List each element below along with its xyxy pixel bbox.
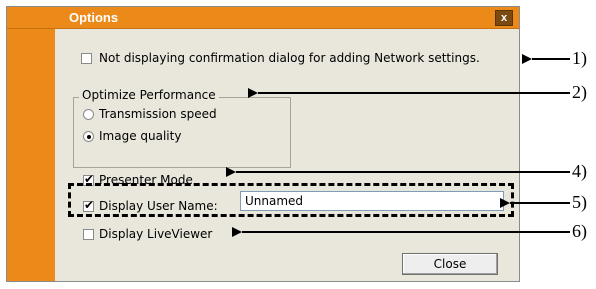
callout-arrows [226, 54, 570, 237]
callout-5: 5) [572, 192, 587, 212]
callout-2: 2) [572, 82, 587, 102]
callout-4: 4) [572, 161, 587, 181]
callout-6: 6) [572, 221, 587, 241]
callout-1: 1) [572, 48, 587, 68]
